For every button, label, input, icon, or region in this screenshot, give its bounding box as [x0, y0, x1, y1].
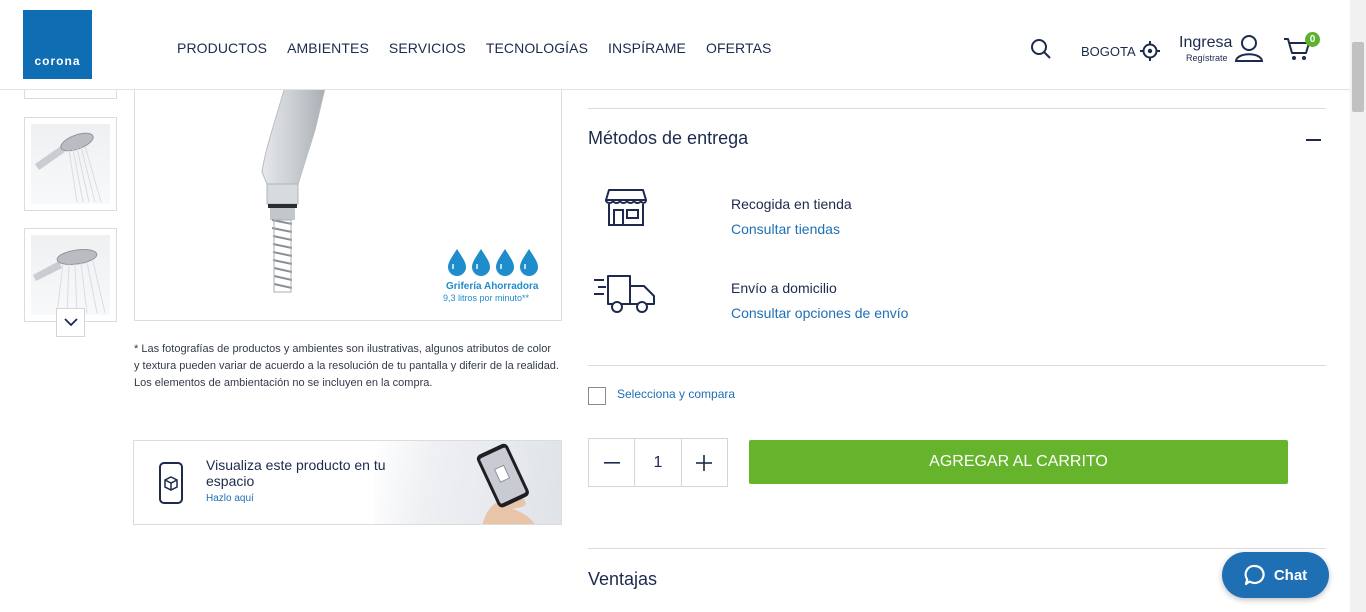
site-header: corona PRODUCTOS AMBIENTES SERVICIOS TEC…: [0, 0, 1350, 90]
saver-title: Grifería Ahorradora: [446, 281, 539, 292]
ar-banner[interactable]: Visualiza este producto en tu espacio Ha…: [133, 440, 562, 525]
login-main-label: Ingresa: [1179, 34, 1233, 51]
logo-text: corona: [34, 54, 81, 68]
ar-banner-title: Visualiza este producto en tu espacio: [206, 457, 386, 489]
register-label: Regístrate: [1186, 53, 1228, 63]
cart-count-badge: 0: [1305, 32, 1320, 47]
compare-label[interactable]: Selecciona y compara: [617, 387, 735, 401]
home-delivery-title: Envío a domicilio: [731, 280, 837, 296]
thumbnails-scroll-down-button[interactable]: [56, 308, 85, 337]
thumbnail-image: [31, 124, 110, 204]
plus-icon: [696, 454, 713, 471]
city-selector[interactable]: BOGOTA: [1081, 41, 1160, 61]
collapse-toggle-icon[interactable]: [1306, 139, 1321, 141]
scrollbar-thumb[interactable]: [1352, 42, 1364, 112]
nav-productos[interactable]: PRODUCTOS: [177, 40, 267, 56]
phone-cube-icon: [159, 462, 183, 504]
water-drops-icon: [446, 248, 540, 276]
increase-quantity-button[interactable]: [682, 439, 727, 486]
chat-label: Chat: [1273, 566, 1308, 584]
image-disclaimer: * Las fotografías de productos y ambient…: [134, 343, 559, 389]
nav-inspirame[interactable]: INSPÍRAME: [608, 40, 686, 56]
chevron-down-icon: [63, 318, 78, 327]
ar-banner-link[interactable]: Hazlo aquí: [206, 493, 254, 504]
compare-checkbox[interactable]: [588, 387, 606, 405]
divider-middle: [588, 365, 1326, 366]
login-link[interactable]: Ingresa Regístrate: [1179, 34, 1232, 63]
city-label: BOGOTA: [1081, 43, 1136, 59]
divider-bottom: [588, 548, 1326, 549]
store-icon: [605, 189, 647, 226]
delivery-section-title[interactable]: Métodos de entrega: [588, 128, 748, 149]
saver-subtitle: 9,3 litros por minuto**: [443, 293, 530, 303]
pickup-link[interactable]: Consultar tiendas: [731, 221, 840, 237]
thumbnail-shower-1[interactable]: [24, 117, 117, 211]
nav-ofertas[interactable]: OFERTAS: [706, 40, 772, 56]
delivery-truck-icon: [594, 275, 655, 313]
quantity-stepper: 1: [588, 438, 728, 487]
divider-top: [588, 108, 1326, 109]
nav-ambientes[interactable]: AMBIENTES: [287, 40, 369, 56]
minus-icon: [603, 461, 620, 464]
corona-logo[interactable]: corona: [23, 10, 92, 79]
pickup-title: Recogida en tienda: [731, 196, 852, 212]
search-icon[interactable]: [1030, 38, 1052, 60]
decrease-quantity-button[interactable]: [589, 439, 634, 486]
chat-bubble-icon: [1244, 564, 1265, 586]
add-to-cart-button[interactable]: AGREGAR AL CARRITO: [749, 440, 1288, 484]
home-delivery-link[interactable]: Consultar opciones de envío: [731, 305, 908, 321]
nav-servicios[interactable]: SERVICIOS: [389, 40, 466, 56]
main-nav: PRODUCTOS AMBIENTES SERVICIOS TECNOLOGÍA…: [177, 40, 792, 56]
quantity-value[interactable]: 1: [634, 439, 682, 486]
user-icon[interactable]: [1234, 34, 1264, 67]
thumbnail-image: [31, 235, 110, 315]
location-target-icon: [1139, 41, 1160, 61]
hand-with-phone-image: [476, 443, 535, 524]
chat-button[interactable]: Chat: [1222, 552, 1329, 598]
nav-tecnologias[interactable]: TECNOLOGÍAS: [486, 40, 588, 56]
advantages-section-title[interactable]: Ventajas: [588, 569, 657, 590]
